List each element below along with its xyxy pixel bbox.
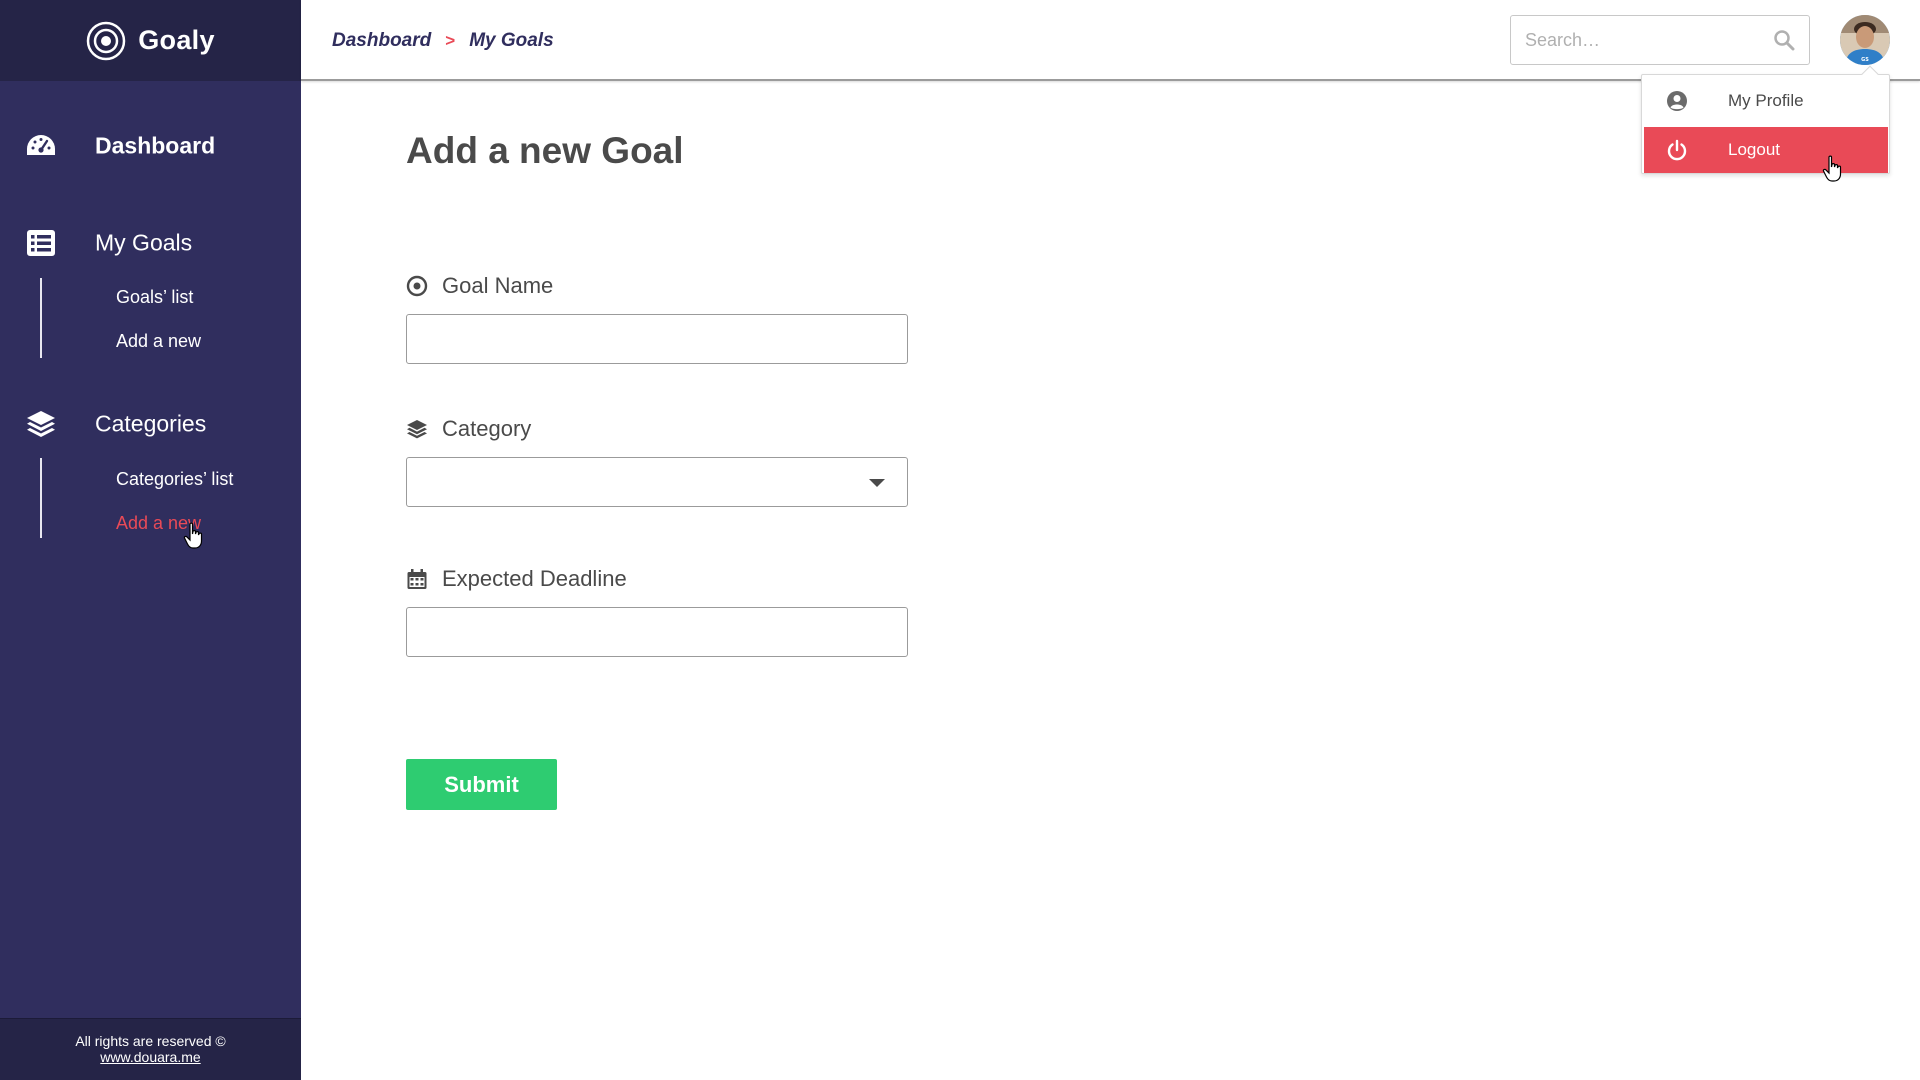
page-title: Add a new Goal [406, 130, 684, 171]
menu-item-label: My Profile [1728, 91, 1804, 110]
goal-name-input[interactable] [407, 315, 907, 363]
chevron-down-icon[interactable] [869, 479, 885, 487]
user-circle-icon [1667, 91, 1687, 111]
sidebar-footer: All rights are reserved © www.douara.me [0, 1018, 301, 1080]
avatar[interactable]: GS [1840, 15, 1890, 65]
deadline-label: Expected Deadline [406, 566, 627, 592]
goal-name-field[interactable] [406, 314, 908, 364]
user-photo-icon: GS [1840, 15, 1890, 65]
power-icon [1667, 139, 1687, 161]
search-icon[interactable] [1773, 29, 1795, 51]
svg-text:GS: GS [1861, 57, 1869, 63]
sidebar-item-categories[interactable]: Categories [0, 404, 301, 444]
calendar-icon [407, 569, 427, 589]
footer-link[interactable]: www.douara.me [0, 1049, 301, 1065]
sidebar-subitem-goals-list[interactable]: Goals’ list [116, 287, 193, 308]
sidebar-item-label: Dashboard [95, 132, 216, 159]
layers-icon [407, 420, 427, 439]
sidebar-item-label: Categories [95, 410, 207, 437]
breadcrumb: Dashboard > My Goals [332, 30, 554, 52]
category-label: Category [406, 416, 531, 442]
field-label-text: Expected Deadline [442, 566, 627, 591]
breadcrumb-my-goals[interactable]: My Goals [469, 30, 553, 52]
sidebar-item-label: My Goals [95, 229, 193, 256]
menu-item-logout[interactable]: Logout [1644, 127, 1888, 173]
breadcrumb-dashboard[interactable]: Dashboard [332, 30, 431, 52]
logo[interactable]: Goaly [0, 0, 301, 81]
deadline-field[interactable] [406, 607, 908, 657]
hand-cursor-icon [1822, 155, 1842, 182]
category-select[interactable] [406, 457, 908, 507]
menu-item-label: Logout [1728, 140, 1780, 159]
deadline-input[interactable] [407, 608, 907, 656]
submenu-line [40, 278, 42, 358]
submenu-line [40, 458, 42, 538]
search-box[interactable] [1510, 15, 1810, 65]
sidebar-item-my-goals[interactable]: My Goals [0, 223, 301, 263]
goaly-logo-icon [86, 21, 126, 60]
submit-button[interactable]: Submit [406, 759, 557, 810]
field-label-text: Goal Name [442, 273, 554, 298]
list-icon [24, 226, 58, 260]
copyright-text: All rights are reserved © [75, 1033, 226, 1049]
target-icon [406, 275, 428, 297]
menu-item-my-profile[interactable]: My Profile [1644, 78, 1888, 124]
breadcrumb-separator: > [445, 31, 456, 50]
sidebar-subitem-categories-list[interactable]: Categories’ list [116, 469, 233, 490]
dashboard-gauge-icon [24, 129, 58, 163]
app-name: Goaly [138, 25, 215, 55]
profile-dropdown: My Profile Logout [1641, 65, 1890, 174]
layers-icon [24, 407, 58, 441]
top-header: Dashboard > My Goals GS [301, 0, 1920, 81]
goal-name-label: Goal Name [406, 273, 553, 299]
field-label-text: Category [442, 416, 532, 441]
sidebar: Goaly Dashboard My Goals Goals’ list Add… [0, 0, 301, 1080]
sidebar-subitem-add-goal[interactable]: Add a new [116, 331, 201, 352]
search-input[interactable] [1511, 16, 1761, 64]
sidebar-item-dashboard[interactable]: Dashboard [0, 126, 301, 166]
hand-cursor-icon [183, 522, 203, 549]
